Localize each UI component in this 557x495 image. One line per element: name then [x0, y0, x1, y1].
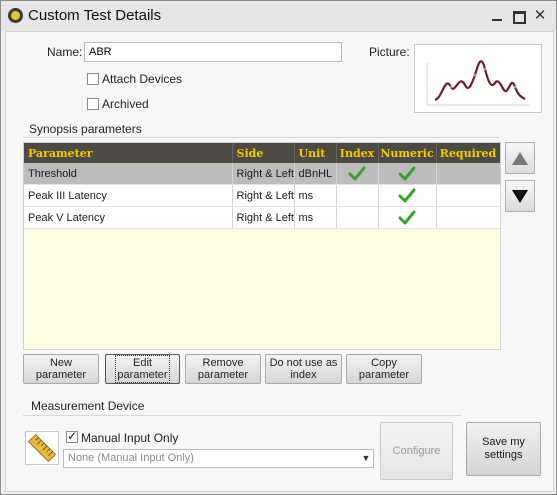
- attach-devices-label: Attach Devices: [102, 72, 183, 86]
- configure-button[interactable]: Configure: [380, 422, 453, 480]
- column-header-index[interactable]: Index: [336, 143, 379, 163]
- table-row[interactable]: Peak III Latency Right & Left ms: [24, 184, 500, 207]
- measurement-section-title: Measurement Device: [31, 399, 145, 413]
- cell-parameter: Peak III Latency: [24, 184, 233, 207]
- cell-unit: ms: [294, 184, 337, 207]
- picture-label: Picture:: [369, 45, 410, 59]
- column-header-side[interactable]: Side: [232, 143, 295, 163]
- close-icon[interactable]: ✕: [532, 8, 548, 24]
- move-up-button[interactable]: [505, 142, 535, 174]
- title-bar: Custom Test Details ✕: [1, 1, 556, 31]
- cell-unit: dBnHL: [294, 163, 337, 185]
- cell-numeric: [378, 184, 437, 207]
- checkmark-icon: [398, 188, 416, 203]
- copy-parameter-label: Copy parameter: [358, 357, 410, 381]
- maximize-icon[interactable]: [511, 8, 527, 24]
- name-label: Name:: [47, 45, 83, 59]
- table-row[interactable]: Threshold Right & Left dBnHL: [24, 163, 500, 185]
- cell-side: Right & Left: [232, 163, 295, 185]
- cell-numeric: [378, 163, 437, 185]
- save-my-settings-button[interactable]: Save my settings: [466, 422, 541, 476]
- cell-numeric: [378, 206, 437, 229]
- minimize-icon[interactable]: [489, 8, 505, 24]
- measurement-divider: [23, 415, 461, 416]
- checkmark-icon: [398, 166, 416, 181]
- edit-parameter-button[interactable]: Edit parameter: [105, 354, 180, 384]
- checkmark-icon: [398, 210, 416, 225]
- remove-parameter-label: Remove parameter: [197, 357, 249, 381]
- window-title: Custom Test Details: [28, 7, 162, 24]
- copy-parameter-button[interactable]: Copy parameter: [346, 354, 422, 384]
- synopsis-divider: [23, 137, 499, 138]
- chevron-down-icon[interactable]: ▼: [359, 450, 373, 467]
- column-header-numeric[interactable]: Numeric: [378, 143, 437, 163]
- device-select[interactable]: None (Manual Input Only) ▼: [63, 449, 374, 468]
- device-select-value: None (Manual Input Only): [68, 452, 194, 464]
- column-header-required[interactable]: Required: [436, 143, 500, 163]
- configure-label: Configure: [392, 444, 441, 457]
- move-down-button[interactable]: [505, 180, 535, 212]
- table-row[interactable]: Peak V Latency Right & Left ms: [24, 206, 500, 229]
- cell-side: Right & Left: [232, 184, 295, 207]
- cell-parameter: Threshold: [24, 163, 233, 185]
- checkmark-icon: [348, 166, 366, 181]
- new-parameter-button[interactable]: New parameter: [23, 354, 99, 384]
- cell-required: [436, 184, 500, 207]
- cell-index: [336, 184, 379, 207]
- manual-input-checkbox[interactable]: [66, 429, 78, 443]
- ruler-icon: [25, 431, 59, 465]
- cell-required: [436, 163, 500, 185]
- attach-devices-checkbox[interactable]: [87, 73, 99, 85]
- cell-required: [436, 206, 500, 229]
- custom-test-details-window: Custom Test Details ✕ Name: Picture: Att…: [0, 0, 557, 495]
- do-not-use-as-index-label: Do not use as index: [269, 357, 338, 381]
- manual-input-label: Manual Input Only: [81, 431, 179, 445]
- cell-index: [336, 163, 379, 185]
- dialog-content: Name: Picture: Attach Devices Archived S…: [5, 31, 554, 492]
- column-header-parameter[interactable]: Parameter: [24, 143, 233, 163]
- grid-header-row: Parameter Side Unit Index Numeric Requir…: [24, 143, 500, 163]
- name-field[interactable]: [84, 42, 342, 62]
- waveform-image: [426, 60, 529, 106]
- cell-unit: ms: [294, 206, 337, 229]
- edit-parameter-label: Edit parameter: [115, 355, 170, 383]
- cell-parameter: Peak V Latency: [24, 206, 233, 229]
- new-parameter-label: New parameter: [35, 357, 87, 381]
- column-header-unit[interactable]: Unit: [294, 143, 337, 163]
- synopsis-parameters-grid[interactable]: Parameter Side Unit Index Numeric Requir…: [23, 142, 501, 350]
- app-icon: [8, 8, 23, 23]
- archived-checkbox[interactable]: [87, 98, 99, 110]
- picture-thumbnail[interactable]: [414, 44, 542, 113]
- synopsis-section-title: Synopsis parameters: [29, 122, 142, 136]
- cell-side: Right & Left: [232, 206, 295, 229]
- archived-label: Archived: [102, 97, 149, 111]
- remove-parameter-button[interactable]: Remove parameter: [185, 354, 261, 384]
- cell-index: [336, 206, 379, 229]
- do-not-use-as-index-button[interactable]: Do not use as index: [265, 354, 342, 384]
- arrow-up-icon: [512, 151, 528, 165]
- save-my-settings-label: Save my settings: [482, 436, 525, 461]
- arrow-down-icon: [512, 189, 528, 203]
